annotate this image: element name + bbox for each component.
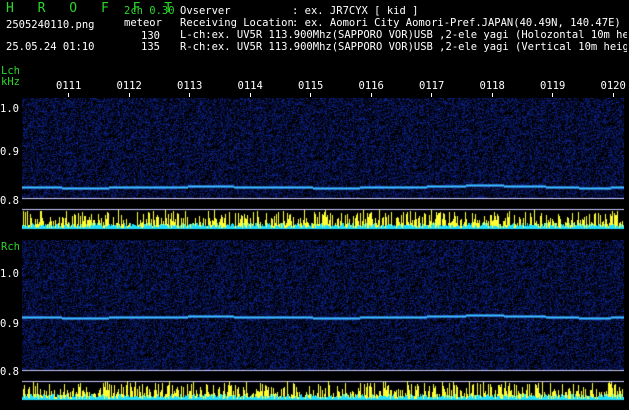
mode-label: meteor xyxy=(124,17,162,29)
time-tick-label: 0114 xyxy=(237,80,263,92)
lch-description: L-ch:ex. UV5R 113.900Mhz(SAPPORO VOR)USB… xyxy=(180,29,627,41)
time-tick-label: 0117 xyxy=(419,80,445,92)
location-value: : ex. Aomori City Aomori-Pref.JAPAN(40.4… xyxy=(292,17,621,29)
time-tick-mark xyxy=(552,93,553,97)
time-tick-label: 0115 xyxy=(298,80,324,92)
time-tick-label: 0111 xyxy=(56,80,82,92)
observer-value: : ex. JR7CYX [ kid ] xyxy=(292,5,419,17)
filename-label: 2505240110.png xyxy=(6,19,95,31)
time-tick-mark xyxy=(189,93,190,97)
location-label: Receiving Location xyxy=(180,17,294,29)
time-tick-label: 0116 xyxy=(358,80,384,92)
time-tick-label: 0112 xyxy=(116,80,142,92)
time-tick-mark xyxy=(310,93,311,97)
rch-freq-0-8: 0.8 xyxy=(0,366,19,378)
version-label: 2ch 0.30 xyxy=(124,5,175,17)
rch-spectrogram xyxy=(22,240,624,405)
lch-spectrogram xyxy=(22,98,624,233)
time-tick-label: 0113 xyxy=(177,80,203,92)
rch-description: R-ch:ex. UV5R 113.900Mhz(SAPPORO VOR)USB… xyxy=(180,41,627,53)
unit-label: kHz xyxy=(1,76,20,88)
time-tick-label: 0120 xyxy=(600,80,626,92)
datetime-label: 25.05.24 01:10 xyxy=(6,41,95,53)
time-tick-mark xyxy=(128,93,130,97)
r-value-label: 135 xyxy=(141,41,160,53)
rch-freq-1-0: 1.0 xyxy=(0,268,19,280)
observer-label: Ovserver xyxy=(180,5,231,17)
rch-label: Rch xyxy=(1,241,20,253)
lch-freq-0-9: 0.9 xyxy=(0,146,19,158)
time-tick-label: 0119 xyxy=(540,80,566,92)
lch-freq-1-0: 1.0 xyxy=(0,103,19,115)
time-tick-mark xyxy=(431,93,432,97)
time-tick-mark xyxy=(249,93,251,97)
time-tick-mark xyxy=(612,93,614,97)
time-tick-label: 0118 xyxy=(479,80,505,92)
time-tick-mark xyxy=(68,93,69,97)
time-tick-mark xyxy=(370,93,372,97)
rch-freq-0-9: 0.9 xyxy=(0,318,19,330)
time-tick-mark xyxy=(491,93,493,97)
lch-freq-0-8: 0.8 xyxy=(0,195,19,207)
